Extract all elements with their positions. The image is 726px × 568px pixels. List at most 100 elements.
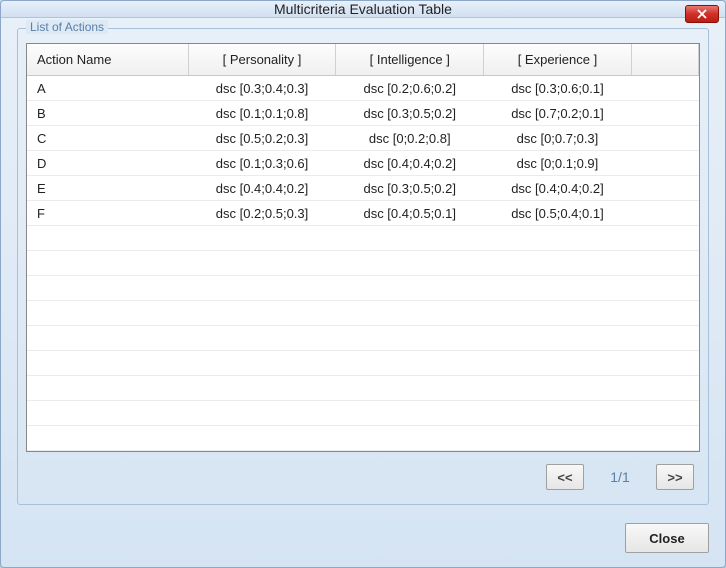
cell-action: B bbox=[27, 101, 188, 126]
cell-spacer bbox=[631, 126, 698, 151]
cell-personality: dsc [0.1;0.1;0.8] bbox=[188, 101, 336, 126]
footer: Close bbox=[1, 517, 725, 567]
cell-empty bbox=[336, 401, 484, 426]
cell-empty bbox=[27, 226, 188, 251]
col-intelligence[interactable]: [ Intelligence ] bbox=[336, 44, 484, 76]
cell-spacer bbox=[631, 76, 698, 101]
cell-empty bbox=[631, 351, 698, 376]
cell-intelligence: dsc [0.4;0.4;0.2] bbox=[336, 151, 484, 176]
pager-next-button[interactable]: >> bbox=[656, 464, 694, 490]
cell-empty bbox=[188, 376, 336, 401]
content-area: List of Actions Action Name [ Personalit… bbox=[1, 18, 725, 517]
cell-personality: dsc [0.1;0.3;0.6] bbox=[188, 151, 336, 176]
cell-empty bbox=[188, 276, 336, 301]
cell-experience: dsc [0.7;0.2;0.1] bbox=[484, 101, 632, 126]
cell-empty bbox=[484, 376, 632, 401]
table-row bbox=[27, 226, 699, 251]
pager-info: 1/1 bbox=[602, 469, 638, 485]
cell-spacer bbox=[631, 151, 698, 176]
cell-empty bbox=[27, 351, 188, 376]
cell-empty bbox=[631, 426, 698, 451]
table-row bbox=[27, 351, 699, 376]
cell-personality: dsc [0.4;0.4;0.2] bbox=[188, 176, 336, 201]
cell-experience: dsc [0.3;0.6;0.1] bbox=[484, 76, 632, 101]
cell-empty bbox=[484, 326, 632, 351]
cell-empty bbox=[484, 276, 632, 301]
cell-experience: dsc [0;0.1;0.9] bbox=[484, 151, 632, 176]
cell-empty bbox=[27, 326, 188, 351]
cell-empty bbox=[336, 226, 484, 251]
cell-empty bbox=[336, 251, 484, 276]
cell-empty bbox=[27, 426, 188, 451]
table-row[interactable]: Ddsc [0.1;0.3;0.6]dsc [0.4;0.4;0.2]dsc [… bbox=[27, 151, 699, 176]
cell-intelligence: dsc [0.4;0.5;0.1] bbox=[336, 201, 484, 226]
cell-empty bbox=[631, 226, 698, 251]
cell-empty bbox=[188, 251, 336, 276]
table-row bbox=[27, 426, 699, 451]
table-row[interactable]: Adsc [0.3;0.4;0.3]dsc [0.2;0.6;0.2]dsc [… bbox=[27, 76, 699, 101]
cell-empty bbox=[27, 376, 188, 401]
dialog-window: Multicriteria Evaluation Table List of A… bbox=[0, 0, 726, 568]
cell-intelligence: dsc [0.3;0.5;0.2] bbox=[336, 176, 484, 201]
actions-table-container: Action Name [ Personality ] [ Intelligen… bbox=[26, 43, 700, 452]
pager: << 1/1 >> bbox=[26, 452, 700, 496]
cell-empty bbox=[336, 351, 484, 376]
cell-empty bbox=[336, 376, 484, 401]
cell-action: A bbox=[27, 76, 188, 101]
window-title: Multicriteria Evaluation Table bbox=[274, 1, 452, 17]
cell-empty bbox=[631, 376, 698, 401]
col-action-name[interactable]: Action Name bbox=[27, 44, 188, 76]
cell-empty bbox=[484, 426, 632, 451]
cell-experience: dsc [0.5;0.4;0.1] bbox=[484, 201, 632, 226]
cell-empty bbox=[188, 301, 336, 326]
cell-spacer bbox=[631, 176, 698, 201]
cell-empty bbox=[631, 251, 698, 276]
actions-table: Action Name [ Personality ] [ Intelligen… bbox=[27, 44, 699, 451]
col-personality[interactable]: [ Personality ] bbox=[188, 44, 336, 76]
cell-spacer bbox=[631, 101, 698, 126]
table-row bbox=[27, 276, 699, 301]
cell-empty bbox=[336, 276, 484, 301]
cell-experience: dsc [0.4;0.4;0.2] bbox=[484, 176, 632, 201]
cell-action: D bbox=[27, 151, 188, 176]
table-row bbox=[27, 326, 699, 351]
titlebar: Multicriteria Evaluation Table bbox=[1, 1, 725, 18]
cell-empty bbox=[336, 301, 484, 326]
close-icon bbox=[697, 9, 707, 19]
close-button[interactable]: Close bbox=[625, 523, 709, 553]
table-row bbox=[27, 301, 699, 326]
cell-empty bbox=[336, 426, 484, 451]
cell-spacer bbox=[631, 201, 698, 226]
cell-intelligence: dsc [0;0.2;0.8] bbox=[336, 126, 484, 151]
cell-experience: dsc [0;0.7;0.3] bbox=[484, 126, 632, 151]
cell-intelligence: dsc [0.3;0.5;0.2] bbox=[336, 101, 484, 126]
col-experience[interactable]: [ Experience ] bbox=[484, 44, 632, 76]
table-row[interactable]: Cdsc [0.5;0.2;0.3]dsc [0;0.2;0.8]dsc [0;… bbox=[27, 126, 699, 151]
cell-empty bbox=[188, 326, 336, 351]
cell-empty bbox=[484, 401, 632, 426]
cell-empty bbox=[484, 351, 632, 376]
table-row[interactable]: Bdsc [0.1;0.1;0.8]dsc [0.3;0.5;0.2]dsc [… bbox=[27, 101, 699, 126]
cell-empty bbox=[631, 401, 698, 426]
cell-personality: dsc [0.2;0.5;0.3] bbox=[188, 201, 336, 226]
cell-intelligence: dsc [0.2;0.6;0.2] bbox=[336, 76, 484, 101]
cell-empty bbox=[188, 351, 336, 376]
cell-empty bbox=[27, 401, 188, 426]
groupbox-label: List of Actions bbox=[26, 20, 108, 34]
cell-empty bbox=[27, 276, 188, 301]
table-row bbox=[27, 251, 699, 276]
cell-empty bbox=[336, 326, 484, 351]
pager-prev-button[interactable]: << bbox=[546, 464, 584, 490]
cell-personality: dsc [0.3;0.4;0.3] bbox=[188, 76, 336, 101]
cell-empty bbox=[188, 401, 336, 426]
col-spacer bbox=[631, 44, 698, 76]
table-row[interactable]: Edsc [0.4;0.4;0.2]dsc [0.3;0.5;0.2]dsc [… bbox=[27, 176, 699, 201]
cell-empty bbox=[484, 226, 632, 251]
table-row[interactable]: Fdsc [0.2;0.5;0.3]dsc [0.4;0.5;0.1]dsc [… bbox=[27, 201, 699, 226]
cell-empty bbox=[484, 251, 632, 276]
cell-empty bbox=[631, 276, 698, 301]
table-row bbox=[27, 401, 699, 426]
cell-action: E bbox=[27, 176, 188, 201]
cell-empty bbox=[631, 326, 698, 351]
window-close-button[interactable] bbox=[685, 5, 719, 23]
